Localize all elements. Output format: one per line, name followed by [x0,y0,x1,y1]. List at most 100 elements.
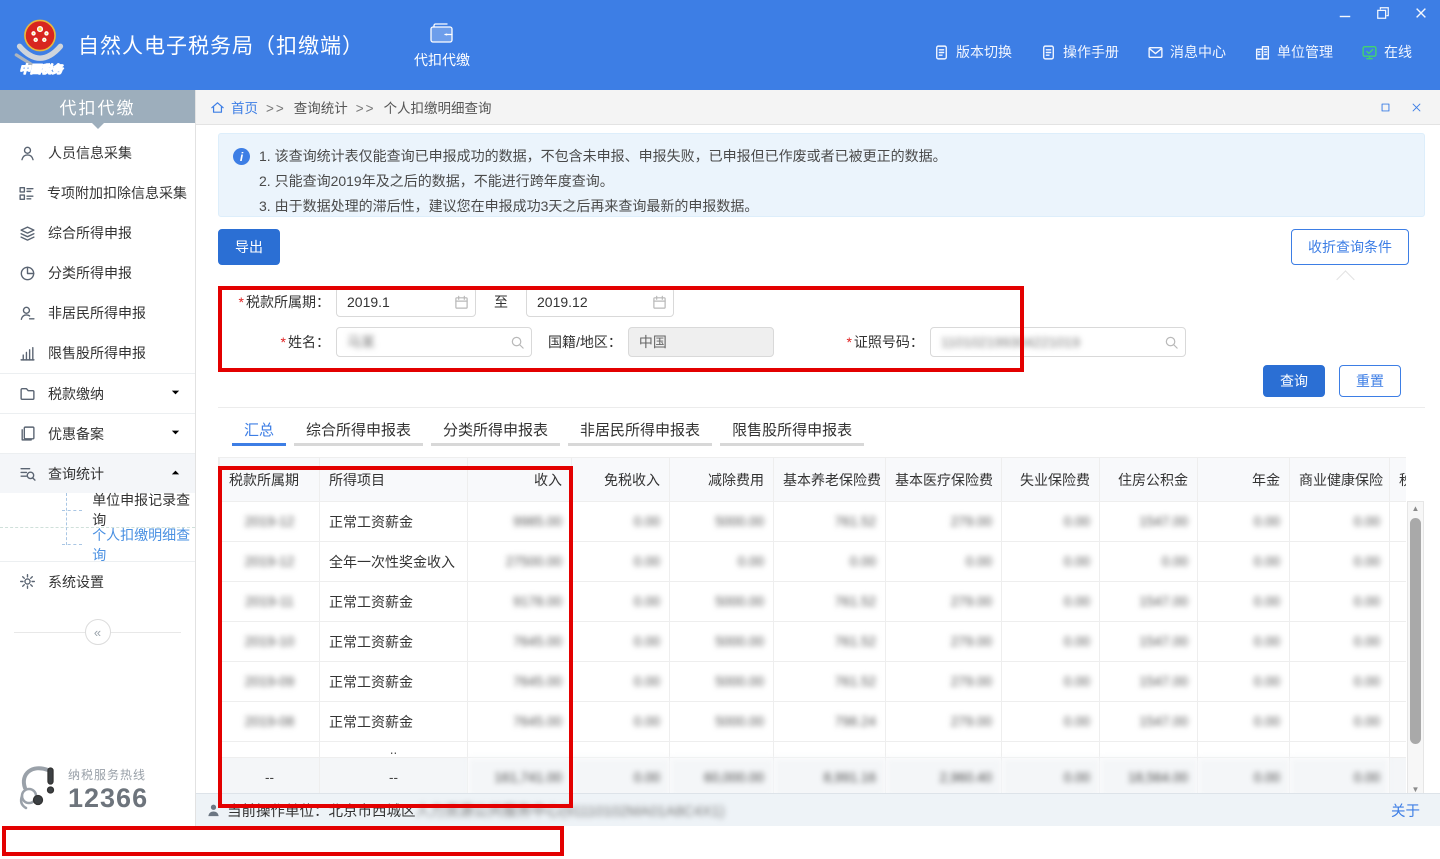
table-cell: 正常工资薪金 [320,582,468,622]
table-summary-cell: -- [220,758,320,794]
table-cell: 7645.00 [468,622,572,662]
export-button[interactable]: 导出 [218,229,280,265]
header-menu-manual[interactable]: 操作手册 [1040,42,1119,62]
sidebar-subitem-personal-withholding-query[interactable]: 个人扣缴明细查询 [0,527,195,561]
frame-maximize-icon[interactable] [1380,102,1391,113]
chevron-down-icon [170,427,181,441]
sidebar-item-system-settings[interactable]: 系统设置 [0,561,195,601]
table-cell: 0.00 [1198,542,1290,582]
table-cell: 0.00 [1002,622,1100,662]
sidebar-item-tax-payment[interactable]: 税款缴纳 [0,373,195,413]
sidebar-item-special-deduction[interactable]: 专项附加扣除信息采集 [0,173,195,213]
sidebar-subitem-unit-declaration-query[interactable]: 单位申报记录查询 [0,493,195,527]
tab-classified[interactable]: 分类所得申报表 [431,415,560,446]
building-icon [1254,44,1271,61]
user-icon [18,145,36,162]
collapse-conditions-button[interactable]: 收折查询条件 [1291,229,1409,265]
sidebar-item-personnel-info[interactable]: 人员信息采集 [0,133,195,173]
table-row[interactable]: 2019-12正常工资薪金9985.000.005000.00761.52279… [220,502,1407,542]
search-icon[interactable] [1164,335,1179,350]
info-icon: i [233,148,250,165]
header-tab-label: 代扣代缴 [414,50,470,70]
sidebar-item-classified-income[interactable]: 分类所得申报 [0,253,195,293]
table-cell: 0.00 [1290,702,1390,742]
table-cell: 0.00 [1198,662,1290,702]
header-menu-version-switch[interactable]: 版本切换 [933,42,1012,62]
table-row[interactable]: 2019-08正常工资薪金7645.000.005000.00798.24279… [220,702,1407,742]
table-cell: 27500.00 [468,542,572,582]
sidebar-item-preferential-filing[interactable]: 优惠备案 [0,413,195,453]
home-icon [210,100,225,115]
table-cell: 正常工资薪金 [320,622,468,662]
sidebar-collapse-button[interactable]: « [85,619,111,645]
sidebar-subitem-label: 个人扣缴明细查询 [92,525,195,565]
annotation-box-statusbar [2,826,564,856]
header-menu-online-status[interactable]: 在线 [1361,42,1412,62]
table-cell [1390,742,1407,758]
sidebar-item-query-statistics[interactable]: 查询统计 [0,453,195,493]
sidebar-item-restricted-stock[interactable]: 限售股所得申报 [0,333,195,373]
panel-caret-icon [1336,270,1354,288]
vertical-scroll-thumb[interactable] [1410,518,1421,744]
tab-comprehensive[interactable]: 综合所得申报表 [294,415,423,446]
chevron-up-icon [170,467,181,481]
search-icon[interactable] [510,335,525,350]
breadcrumb-home-link[interactable]: 首页 [231,97,258,117]
breadcrumb: 首页 >>查询统计>>个人扣缴明细查询 [196,90,1440,125]
table-row[interactable]: 2019-09正常工资薪金7645.000.005000.00761.52279… [220,662,1407,702]
nationality-input: 中国 [628,327,774,357]
frame-close-icon[interactable] [1411,102,1422,113]
reset-button[interactable]: 重置 [1339,365,1401,397]
vertical-scrollbar[interactable]: ▲ ▼ [1407,501,1424,793]
table-cell: 1547.00 [1100,662,1198,702]
header-tab-withholding[interactable]: 代扣代缴 [400,15,484,76]
period-from-input[interactable]: 2019.1 [336,287,476,317]
id-number-input[interactable]: 110102199304221019 [930,327,1186,357]
header-menu-label: 单位管理 [1277,42,1333,62]
gear-icon [18,573,36,590]
period-to-input[interactable]: 2019.12 [526,287,674,317]
table-cell [1290,742,1390,758]
table-cell: 1547.00 [1100,622,1198,662]
table-header-cell: 商业健康保险 [1290,458,1390,502]
sidebar-item-nonresident-income[interactable]: 非居民所得申报 [0,293,195,333]
table-cell: 2019-11 [220,582,320,622]
table-cell: 2019-08 [220,702,320,742]
table-row[interactable]: 2019-10正常工资薪金7645.000.005000.00761.52279… [220,622,1407,662]
header-menu-unit-management[interactable]: 单位管理 [1254,42,1333,62]
table-row[interactable]: 2019-11正常工资薪金9178.000.005000.00761.52279… [220,582,1407,622]
about-link[interactable]: 关于 [1391,800,1420,821]
query-button[interactable]: 查询 [1263,365,1325,397]
sidebar-item-label: 限售股所得申报 [48,343,181,363]
name-value-blurred: 马某 [347,332,375,352]
table-header-cell: 减除费用 [670,458,774,502]
scroll-down-icon[interactable]: ▼ [1408,783,1423,793]
scroll-up-icon[interactable]: ▲ [1408,502,1423,516]
restore-icon[interactable] [1374,6,1392,22]
table-cell [774,742,886,758]
name-input[interactable]: 马某 [336,327,532,357]
sidebar-item-comprehensive-income[interactable]: 综合所得申报 [0,213,195,253]
table-cell: 0.00 [1002,582,1100,622]
table-viewport: 税款所属期所得项目收入免税收入减除费用基本养老保险费基本医疗保险费失业保险费住房… [218,457,1406,793]
statusbar: 当前操作单位：北京市西城区人力资源公共服务中心(91110102MA01A8C4… [196,793,1440,826]
minimize-icon[interactable] [1336,6,1354,22]
table-cell [1390,622,1407,662]
header-menu-label: 消息中心 [1170,42,1226,62]
table-row[interactable]: 2019-12全年一次性奖金收入27500.000.000.000.000.00… [220,542,1407,582]
calendar-icon[interactable] [652,295,667,310]
tab-summary[interactable]: 汇总 [232,415,286,446]
mail-icon [1147,44,1164,61]
sidebar-item-label: 人员信息采集 [48,143,181,163]
table-cell: 0.00 [1290,542,1390,582]
doc-icon [933,44,950,61]
table-cell: 2019-10 [220,622,320,662]
table-cell: 0.00 [572,502,670,542]
hotline-12366-logo-icon [12,764,62,816]
calendar-icon[interactable] [454,295,469,310]
tab-restricted[interactable]: 限售股所得申报表 [720,415,864,446]
close-icon[interactable] [1412,6,1430,22]
tab-nonresident[interactable]: 非居民所得申报表 [568,415,712,446]
period-label: 税款所属期： [246,294,330,310]
header-menu-message-center[interactable]: 消息中心 [1147,42,1226,62]
